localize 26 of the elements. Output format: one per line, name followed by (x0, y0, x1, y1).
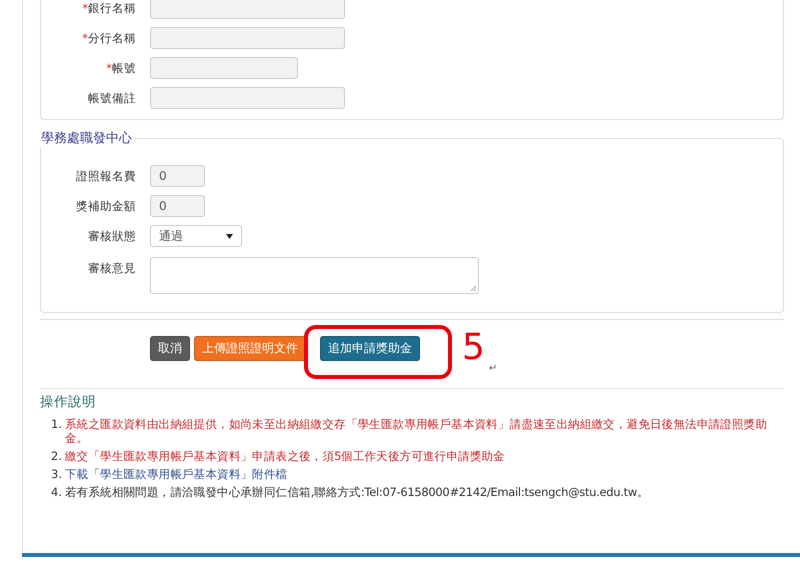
field-label: 帳號備註 (87, 90, 136, 106)
download-link[interactable]: 下載「學生匯款專用帳戶基本資料」附件檔 (65, 467, 288, 481)
list-number: 1. (51, 417, 63, 433)
add-application-button[interactable]: 追加申請獎助金 (320, 336, 420, 360)
caret-icon (226, 234, 233, 238)
field-label: *帳號 (105, 60, 136, 76)
cancel-button[interactable]: 取消 (150, 336, 190, 360)
field-label: 審核意見 (87, 260, 136, 276)
instructions-title: 操作說明 (40, 393, 97, 411)
field-label: 證照報名費 (75, 168, 136, 184)
list-number: 2. (51, 449, 63, 463)
comment-textarea[interactable] (150, 257, 479, 294)
list-number: 4. (51, 485, 63, 499)
instruction-text: 繳交「學生匯款專用帳戶基本資料」申請表之後，須5個工作天後方可進行申請獎助金 (65, 449, 505, 463)
field-label: 審核狀態 (87, 228, 136, 244)
instruction-text: 系統之匯款資料由出納組提供，如尚未至出納組繳交存「學生匯款專用帳戶基本資料」請盡速至出納組繳交，避免日後無法申請證照獎助金。 (65, 417, 768, 445)
instruction-text: 若有系統相關問題，請洽職發中心承辦同仁信箱,聯絡方式:Tel:07-6158000#2142/Email:tsengch@stu.edu.tw。 (65, 485, 649, 499)
field-label: *銀行名稱 (81, 0, 136, 16)
resize-grip-icon (470, 285, 476, 291)
field-label: *分行名稱 (81, 30, 136, 46)
step-number: 5 (462, 330, 485, 366)
list-number: 3. (51, 467, 63, 481)
section-legend: 學務處職發中心 (40, 129, 133, 147)
return-mark: ↵ (488, 363, 498, 374)
field-label: 獎補助金額 (75, 198, 136, 214)
status-dropdown[interactable]: 通過 (150, 225, 242, 247)
